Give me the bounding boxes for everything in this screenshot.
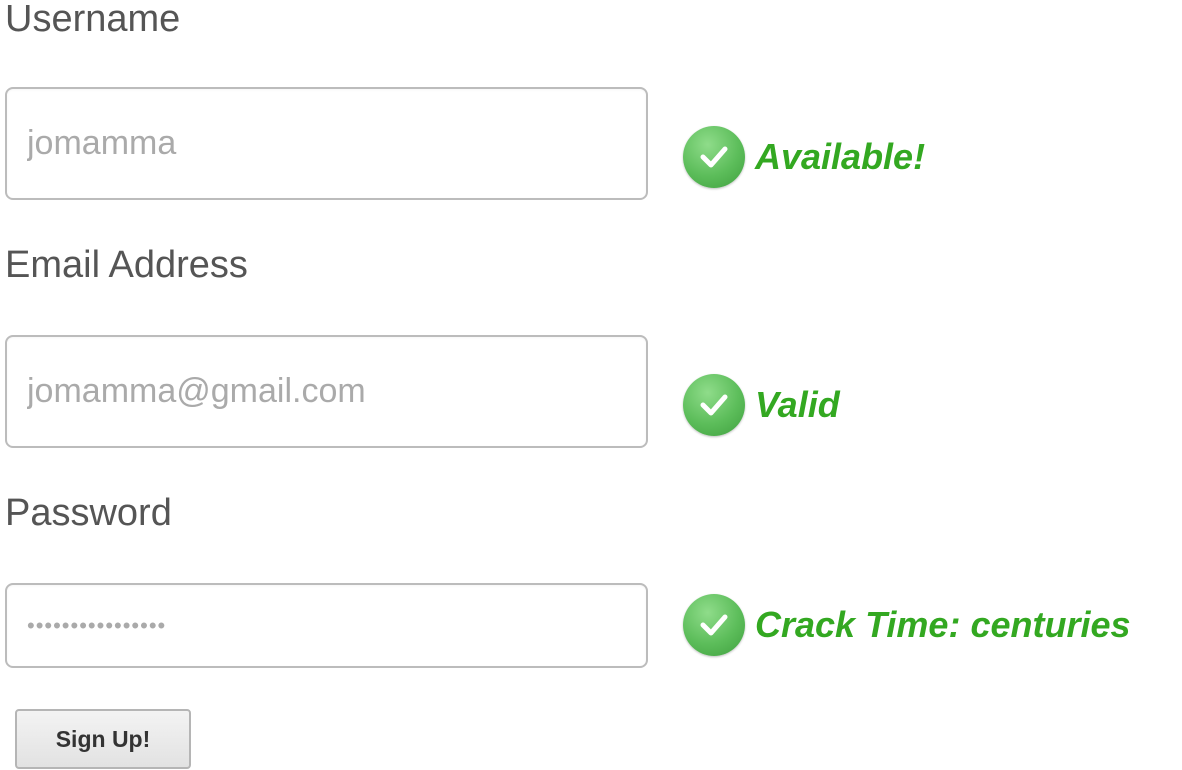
email-label: Email Address <box>5 244 248 286</box>
password-status-text: Crack Time: centuries <box>755 604 1131 645</box>
sign-up-button[interactable]: Sign Up! <box>15 709 191 769</box>
check-circle-icon <box>683 126 745 188</box>
email-status-text: Valid <box>755 384 840 425</box>
email-status: Valid <box>683 374 840 436</box>
username-label: Username <box>5 0 181 40</box>
email-input[interactable] <box>5 335 648 448</box>
signup-form: Username Available! Email Address Valid … <box>0 0 1182 770</box>
username-status-text: Available! <box>755 136 926 177</box>
username-status: Available! <box>683 126 925 188</box>
check-circle-icon <box>683 374 745 436</box>
username-input[interactable] <box>5 87 648 200</box>
check-circle-icon <box>683 594 745 656</box>
password-input[interactable] <box>5 583 648 668</box>
password-label: Password <box>5 492 172 534</box>
password-status: Crack Time: centuries <box>683 594 1131 656</box>
